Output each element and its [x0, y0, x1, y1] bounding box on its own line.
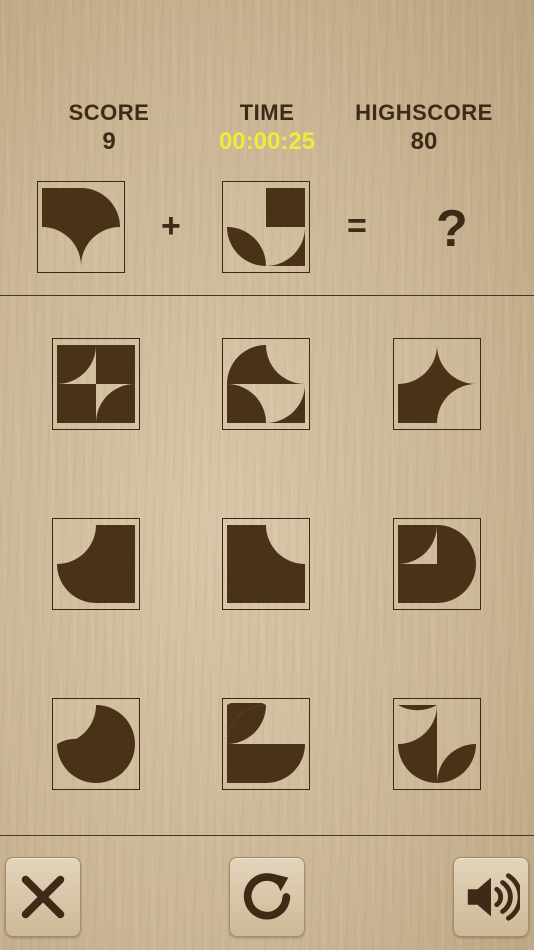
option-4-shape [57, 525, 135, 603]
close-button[interactable] [5, 857, 81, 937]
option-8-shape [227, 703, 305, 783]
score-panel: SCORE 9 [19, 100, 199, 156]
top-divider [0, 295, 534, 296]
answer-option-8[interactable] [222, 698, 310, 790]
sound-icon [467, 873, 520, 921]
score-value: 9 [102, 128, 116, 155]
option-5-shape [227, 525, 305, 603]
operand-1-shape [42, 188, 120, 266]
score-label: SCORE [68, 100, 150, 125]
option-6-shape [398, 525, 476, 603]
time-label: TIME [239, 100, 295, 125]
restart-button[interactable] [229, 857, 305, 937]
restart-icon [243, 873, 291, 920]
answer-option-5[interactable] [222, 518, 310, 610]
unknown-answer: ? [436, 200, 468, 258]
option-9-shape [398, 705, 476, 783]
option-7-shape [57, 705, 135, 783]
answer-option-7[interactable] [52, 698, 140, 790]
time-value: 00:00:25 [218, 128, 316, 155]
highscore-value: 80 [410, 128, 438, 155]
option-2-shape [227, 345, 305, 423]
highscore-label: HIGHSCORE [355, 100, 493, 125]
equation-operand-2-tile [222, 181, 310, 273]
plus-sign: + [161, 207, 181, 245]
option-1-shape [57, 345, 135, 423]
answer-option-2[interactable] [222, 338, 310, 430]
answer-option-1[interactable] [52, 338, 140, 430]
highscore-panel: HIGHSCORE 80 [334, 100, 514, 156]
equals-sign: = [347, 207, 367, 245]
bottom-divider [0, 835, 534, 836]
operand-2-shape [227, 188, 305, 266]
answer-option-9[interactable] [393, 698, 481, 790]
equation-operand-1-tile [37, 181, 125, 273]
option-3-shape [398, 345, 476, 423]
time-panel: TIME 00:00:25 [177, 100, 357, 156]
answer-option-6[interactable] [393, 518, 481, 610]
sound-button[interactable] [453, 857, 529, 937]
answer-option-3[interactable] [393, 338, 481, 430]
answer-option-4[interactable] [52, 518, 140, 610]
close-icon [21, 875, 65, 919]
